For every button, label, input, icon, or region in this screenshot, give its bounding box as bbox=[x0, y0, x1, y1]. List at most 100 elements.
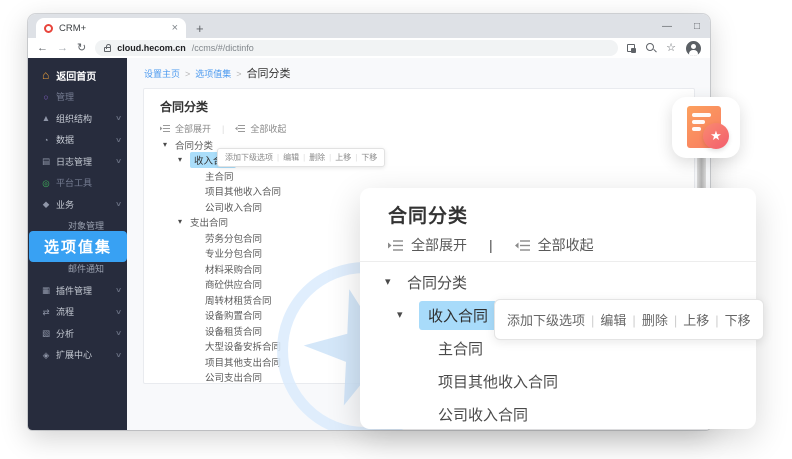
tree-node[interactable]: ▾ 主合同 bbox=[160, 168, 686, 184]
chevron-down-icon: ∨ bbox=[115, 136, 122, 144]
node-action-button[interactable]: 删除 bbox=[299, 153, 325, 162]
node-action-button[interactable]: 添加下级选项 bbox=[225, 153, 273, 162]
url-field[interactable]: cloud.hecom.cn/ccms/#/dictinfo bbox=[95, 40, 618, 56]
expand-all-icon bbox=[388, 239, 403, 252]
panel-title: 合同分类 bbox=[388, 201, 468, 228]
tree-node-label: 项目其他收入合同 bbox=[205, 184, 281, 198]
chevron-down-icon: ∨ bbox=[115, 200, 122, 208]
node-action-button[interactable]: 添加下级选项 bbox=[507, 313, 585, 328]
crm-favicon-icon bbox=[44, 24, 53, 33]
chevron-down-icon: ∨ bbox=[115, 114, 122, 122]
expand-all-button[interactable]: 全部展开 bbox=[175, 122, 211, 135]
sidebar-item[interactable]: ▧ 分析 ∨ bbox=[28, 323, 127, 345]
breadcrumb-separator: > bbox=[185, 69, 190, 79]
extension-center-icon: ◈ bbox=[40, 351, 52, 360]
node-action-toolbar: 添加下级选项编辑删除上移下移 bbox=[494, 299, 764, 340]
back-button[interactable]: ← bbox=[37, 43, 48, 54]
sidebar-item-label: 业务 bbox=[56, 198, 74, 211]
sidebar-item[interactable]: ▲ 组织结构 ∨ bbox=[28, 108, 127, 130]
sidebar-item[interactable]: ▤ 日志管理 ∨ bbox=[28, 151, 127, 173]
tree-expand-arrow-icon[interactable]: ▾ bbox=[163, 141, 172, 149]
sidebar-home-label: 返回首页 bbox=[56, 68, 96, 83]
sidebar-item[interactable]: ○ 管理 ∨ bbox=[28, 86, 127, 108]
tree-expand-arrow-icon[interactable]: ▾ bbox=[397, 310, 411, 321]
bookmark-star-icon[interactable]: ☆ bbox=[666, 43, 676, 54]
sidebar-item[interactable]: ⇄ 流程 ∨ bbox=[28, 301, 127, 323]
sidebar-item-label: 分析 bbox=[56, 327, 74, 340]
node-action-button[interactable]: 删除 bbox=[626, 313, 667, 328]
browser-tab[interactable]: CRM+ × bbox=[36, 18, 186, 38]
tree-expand-arrow-icon[interactable]: ▾ bbox=[178, 156, 187, 164]
tree-node-label: 专业分包合同 bbox=[205, 246, 262, 260]
breadcrumb-link-home[interactable]: 设置主页 bbox=[144, 67, 180, 80]
data-icon: ◔ bbox=[40, 136, 52, 145]
tree-node-label: 支出合同 bbox=[190, 215, 228, 229]
controls-divider: | bbox=[489, 237, 493, 253]
tree-node[interactable]: ▾ 合同分类 bbox=[360, 266, 756, 299]
browser-tab-bar: CRM+ × + — □ bbox=[28, 14, 710, 38]
feature-icon-card: ★ bbox=[672, 97, 740, 158]
breadcrumb-separator: > bbox=[236, 69, 241, 79]
tree-node-label: 项目其他支出合同 bbox=[205, 355, 281, 369]
sidebar-item-label: 数据 bbox=[56, 133, 74, 146]
analysis-icon: ▧ bbox=[40, 329, 52, 338]
admin-icon: ○ bbox=[40, 93, 52, 102]
home-icon: ⌂ bbox=[42, 69, 49, 81]
browser-address-bar: ← → ↻ cloud.hecom.cn/ccms/#/dictinfo ☆ bbox=[28, 38, 710, 58]
url-path: /ccms/#/dictinfo bbox=[192, 43, 254, 53]
tree-node-label: 主合同 bbox=[205, 169, 234, 183]
chevron-down-icon: ∨ bbox=[115, 308, 122, 316]
sidebar-item[interactable]: ◆ 业务 ∨ bbox=[28, 194, 127, 216]
window-maximize-button[interactable]: □ bbox=[694, 21, 700, 32]
tree-node[interactable]: ▾ 公司收入合同 bbox=[360, 398, 756, 431]
breadcrumb-link-optionset[interactable]: 选项值集 bbox=[195, 67, 231, 80]
url-host: cloud.hecom.cn bbox=[117, 43, 186, 53]
sidebar-item-label: 日志管理 bbox=[56, 155, 92, 168]
org-structure-icon: ▲ bbox=[40, 114, 52, 123]
log-management-icon: ▤ bbox=[40, 157, 52, 166]
node-action-button[interactable]: 编辑 bbox=[273, 153, 299, 162]
sidebar-item-label: 平台工具 bbox=[56, 176, 92, 189]
node-action-button[interactable]: 下移 bbox=[709, 313, 750, 328]
node-action-button[interactable]: 下移 bbox=[351, 153, 377, 162]
sidebar-item-option-value-set-callout[interactable]: 选项值集 bbox=[29, 231, 127, 262]
tree-node-label: 公司收入合同 bbox=[438, 404, 528, 425]
tree-node-label: 公司收入合同 bbox=[205, 200, 262, 214]
node-action-button[interactable]: 上移 bbox=[668, 313, 709, 328]
tab-close-icon[interactable]: × bbox=[172, 23, 178, 34]
tree-expand-arrow-icon[interactable]: ▾ bbox=[178, 218, 187, 226]
breadcrumb: 设置主页 > 选项值集 > 合同分类 bbox=[144, 65, 291, 81]
zoom-icon[interactable] bbox=[646, 43, 656, 53]
node-action-button[interactable]: 上移 bbox=[325, 153, 351, 162]
browser-action-icon[interactable] bbox=[627, 44, 636, 53]
sidebar-item[interactable]: ◔ 数据 ∨ bbox=[28, 129, 127, 151]
window-minimize-button[interactable]: — bbox=[662, 21, 672, 32]
chevron-down-icon: ∨ bbox=[115, 157, 122, 165]
profile-avatar[interactable] bbox=[686, 41, 701, 56]
tree-node[interactable]: ▾ 项目其他收入合同 bbox=[360, 365, 756, 398]
sidebar-item[interactable]: ◎ 平台工具 ∨ bbox=[28, 172, 127, 194]
sidebar-item-home[interactable]: ⌂ 返回首页 bbox=[28, 64, 127, 86]
plugin-management-icon: ▦ bbox=[40, 286, 52, 295]
tree-node-label: 劳务分包合同 bbox=[205, 231, 262, 245]
business-icon: ◆ bbox=[40, 200, 52, 209]
collapse-all-button[interactable]: 全部收起 bbox=[538, 235, 594, 255]
reload-button[interactable]: ↻ bbox=[77, 43, 86, 54]
tree-node-label: 周转材租赁合同 bbox=[205, 293, 272, 307]
sidebar-item[interactable]: ▦ 插件管理 ∨ bbox=[28, 280, 127, 302]
sidebar-item[interactable]: ◈ 扩展中心 ∨ bbox=[28, 344, 127, 366]
tree-node-label: 项目其他收入合同 bbox=[438, 371, 558, 392]
star-badge-icon: ★ bbox=[703, 123, 729, 149]
collapse-all-button[interactable]: 全部收起 bbox=[250, 122, 286, 135]
chevron-down-icon: ∨ bbox=[115, 329, 122, 337]
tab-title: CRM+ bbox=[59, 23, 166, 34]
forward-button[interactable]: → bbox=[57, 43, 68, 54]
collapse-all-icon bbox=[235, 124, 245, 133]
sidebar-item-label: 插件管理 bbox=[56, 284, 92, 297]
sidebar-item-label: 邮件通知 bbox=[68, 262, 104, 275]
sidebar-item-label: 流程 bbox=[56, 305, 74, 318]
tree-expand-arrow-icon[interactable]: ▾ bbox=[385, 277, 399, 288]
expand-all-button[interactable]: 全部展开 bbox=[411, 235, 467, 255]
new-tab-button[interactable]: + bbox=[196, 18, 204, 38]
node-action-button[interactable]: 编辑 bbox=[585, 313, 626, 328]
